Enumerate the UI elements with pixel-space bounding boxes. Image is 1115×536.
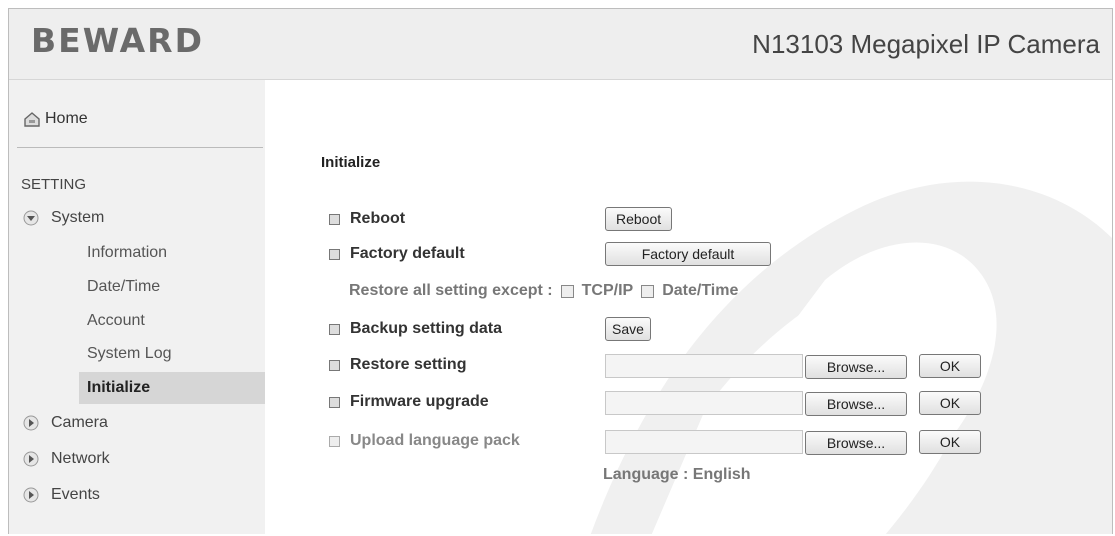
sidebar-item-information[interactable]: Information <box>87 244 167 262</box>
nav-events-label: Events <box>51 486 100 503</box>
restore-browse-button[interactable]: Browse... <box>805 355 907 379</box>
firmware-row: Firmware upgrade <box>329 393 489 411</box>
restore-file-input[interactable] <box>605 354 803 378</box>
camera-title: N13103 Megapixel IP Camera <box>752 29 1100 59</box>
bullet-icon <box>329 359 340 371</box>
restore-except-row: Restore all setting except : TCP/IP Date… <box>349 282 738 300</box>
backup-label: Backup setting data <box>350 320 503 337</box>
bullet-icon <box>329 435 340 447</box>
firmware-label: Firmware upgrade <box>350 393 489 410</box>
restore-row: Restore setting <box>329 356 466 374</box>
section-title: Initialize <box>321 154 381 171</box>
reboot-row: Reboot <box>329 210 405 228</box>
home-icon <box>24 112 40 127</box>
backup-row: Backup setting data <box>329 320 502 338</box>
current-language: Language : English <box>603 466 751 483</box>
language-browse-button[interactable]: Browse... <box>805 431 907 455</box>
sidebar-item-account[interactable]: Account <box>87 312 145 330</box>
main-content: Initialize Reboot Reboot Factory default… <box>265 80 1112 534</box>
reboot-button[interactable]: Reboot <box>605 207 673 231</box>
reboot-label: Reboot <box>350 210 406 227</box>
save-button[interactable]: Save <box>605 317 651 341</box>
firmware-file-input[interactable] <box>605 391 803 415</box>
language-file-input[interactable] <box>605 430 803 454</box>
collapsed-arrow-icon <box>23 487 39 503</box>
nav-system[interactable]: System <box>23 209 104 227</box>
firmware-ok-button[interactable]: OK <box>919 391 981 415</box>
factory-default-button[interactable]: Factory default <box>605 242 771 266</box>
home-label: Home <box>45 110 88 127</box>
collapsed-arrow-icon <box>23 451 39 467</box>
tcpip-label: TCP/IP <box>581 282 634 299</box>
setting-heading: SETTING <box>21 176 87 193</box>
restore-except-label: Restore all setting except : <box>349 282 553 299</box>
home-link[interactable]: Home <box>23 110 88 128</box>
nav-system-label: System <box>51 209 105 226</box>
bullet-icon <box>329 248 340 260</box>
factory-row: Factory default <box>329 245 465 263</box>
upload-language-row: Upload language pack <box>329 432 520 450</box>
upload-language-label: Upload language pack <box>350 432 520 449</box>
bullet-icon <box>329 323 340 335</box>
factory-label: Factory default <box>350 245 465 262</box>
sidebar: Home SETTING System Information Date/Tim… <box>9 80 265 534</box>
tcpip-checkbox[interactable] <box>560 284 574 298</box>
bullet-icon <box>329 213 340 225</box>
nav-network[interactable]: Network <box>23 450 110 468</box>
datetime-checkbox[interactable] <box>641 284 655 298</box>
beward-logo: BEWARD <box>31 21 204 60</box>
nav-events[interactable]: Events <box>23 486 100 504</box>
sidebar-item-system-log[interactable]: System Log <box>87 345 171 363</box>
nav-network-label: Network <box>51 450 110 467</box>
header: BEWARD N13103 Megapixel IP Camera <box>9 9 1112 80</box>
restore-label: Restore setting <box>350 356 467 373</box>
nav-camera-label: Camera <box>51 414 108 431</box>
sidebar-divider <box>17 147 263 148</box>
nav-camera[interactable]: Camera <box>23 414 108 432</box>
collapsed-arrow-icon <box>23 415 39 431</box>
firmware-browse-button[interactable]: Browse... <box>805 392 907 416</box>
sidebar-item-datetime[interactable]: Date/Time <box>87 278 160 296</box>
datetime-label: Date/Time <box>662 282 739 299</box>
language-ok-button[interactable]: OK <box>919 430 981 454</box>
sidebar-item-initialize[interactable]: Initialize <box>79 372 265 404</box>
bullet-icon <box>329 396 340 408</box>
expanded-arrow-icon <box>23 210 39 226</box>
camera-web-ui: BEWARD N13103 Megapixel IP Camera Home S… <box>8 8 1113 534</box>
restore-ok-button[interactable]: OK <box>919 354 981 378</box>
